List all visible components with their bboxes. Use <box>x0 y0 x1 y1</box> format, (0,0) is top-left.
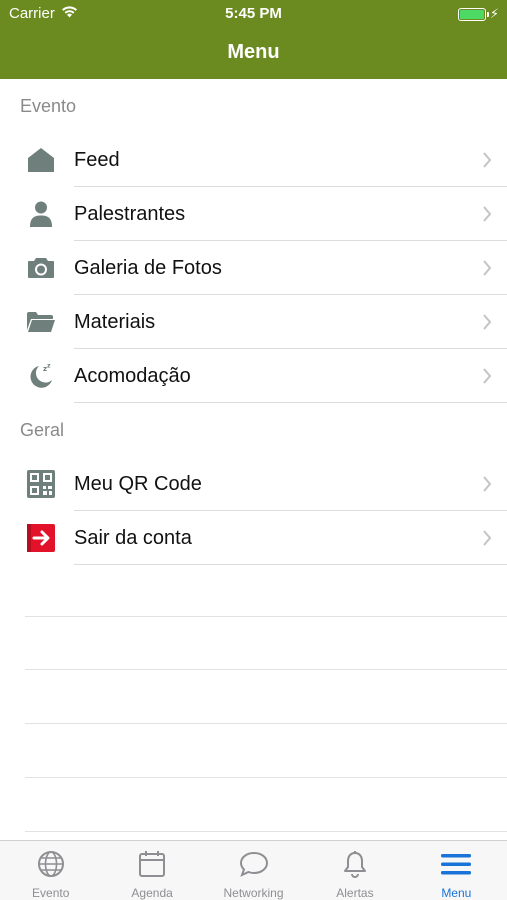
menu-item-materiais[interactable]: Materiais <box>0 295 507 349</box>
battery-fill <box>459 9 484 19</box>
hamburger-menu-icon <box>441 850 472 883</box>
battery-indicator: ⚡ <box>457 6 499 22</box>
tab-label: Menu <box>441 886 472 900</box>
chevron-right-icon <box>467 476 507 492</box>
qr-code-icon <box>0 457 74 511</box>
menu-item-label: Acomodação <box>74 364 191 387</box>
menu-item-label: Materiais <box>74 310 156 333</box>
menu-item-meu-qr-code[interactable]: Meu QR Code <box>0 457 507 511</box>
tab-networking[interactable]: Networking <box>203 841 304 900</box>
chevron-right-icon <box>467 206 507 222</box>
empty-row-divider <box>25 777 507 778</box>
tab-label: Agenda <box>131 886 173 900</box>
page-title: Menu <box>227 41 280 63</box>
menu-item-acomodacao[interactable]: z z Acomodação <box>0 349 507 403</box>
menu-item-label: Palestrantes <box>74 202 186 225</box>
chevron-right-icon <box>467 314 507 330</box>
navigation-bar: Carrier 5:45 PM ⚡ Menu <box>0 0 507 79</box>
chevron-right-icon <box>467 152 507 168</box>
menu-item-feed[interactable]: Feed <box>0 133 507 187</box>
section-header-evento: Evento <box>20 95 77 116</box>
empty-row-divider <box>25 831 507 832</box>
empty-row-divider <box>25 669 507 670</box>
tab-label: Alertas <box>336 886 374 900</box>
tab-agenda[interactable]: Agenda <box>101 841 202 900</box>
chevron-right-icon <box>467 260 507 276</box>
calendar-icon <box>138 850 166 883</box>
moon-sleep-icon: z z <box>0 349 74 403</box>
empty-row-divider <box>25 723 507 724</box>
menu-item-galeria-de-fotos[interactable]: Galeria de Fotos <box>0 241 507 295</box>
tab-evento[interactable]: Evento <box>0 841 101 900</box>
menu-item-palestrantes[interactable]: Palestrantes <box>0 187 507 241</box>
globe-icon <box>37 850 65 883</box>
home-icon <box>0 133 74 187</box>
menu-item-label: Sair da conta <box>74 526 192 549</box>
chevron-right-icon <box>467 368 507 384</box>
camera-icon <box>0 241 74 295</box>
menu-item-label: Meu QR Code <box>74 472 202 495</box>
empty-row-divider <box>25 616 507 617</box>
tab-bar: Evento Agenda Networking Alertas Menu <box>0 840 507 900</box>
app-screen: Carrier 5:45 PM ⚡ Menu Evento Feed Pales… <box>0 0 507 900</box>
tab-label: Networking <box>223 886 284 900</box>
bell-icon <box>342 850 368 883</box>
chevron-right-icon <box>467 530 507 546</box>
tab-alertas[interactable]: Alertas <box>304 841 405 900</box>
status-time: 5:45 PM <box>225 5 282 22</box>
tab-menu[interactable]: Menu <box>406 841 507 900</box>
svg-text:z: z <box>47 363 51 370</box>
tab-label: Evento <box>32 886 70 900</box>
logout-icon <box>0 511 74 565</box>
folder-icon <box>0 295 74 349</box>
menu-item-label: Galeria de Fotos <box>74 256 222 279</box>
section-header-geral: Geral <box>20 419 65 440</box>
battery-icon <box>457 7 489 21</box>
status-bar: Carrier 5:45 PM ⚡ <box>0 0 507 28</box>
menu-item-label: Feed <box>74 148 120 171</box>
chat-bubble-icon <box>239 850 269 883</box>
menu-item-sair-da-conta[interactable]: Sair da conta <box>0 511 507 565</box>
menu-list: Evento Feed Palestrantes Galeria de Foto… <box>0 79 507 565</box>
person-icon <box>0 187 74 241</box>
charging-bolt-icon: ⚡ <box>489 6 499 21</box>
